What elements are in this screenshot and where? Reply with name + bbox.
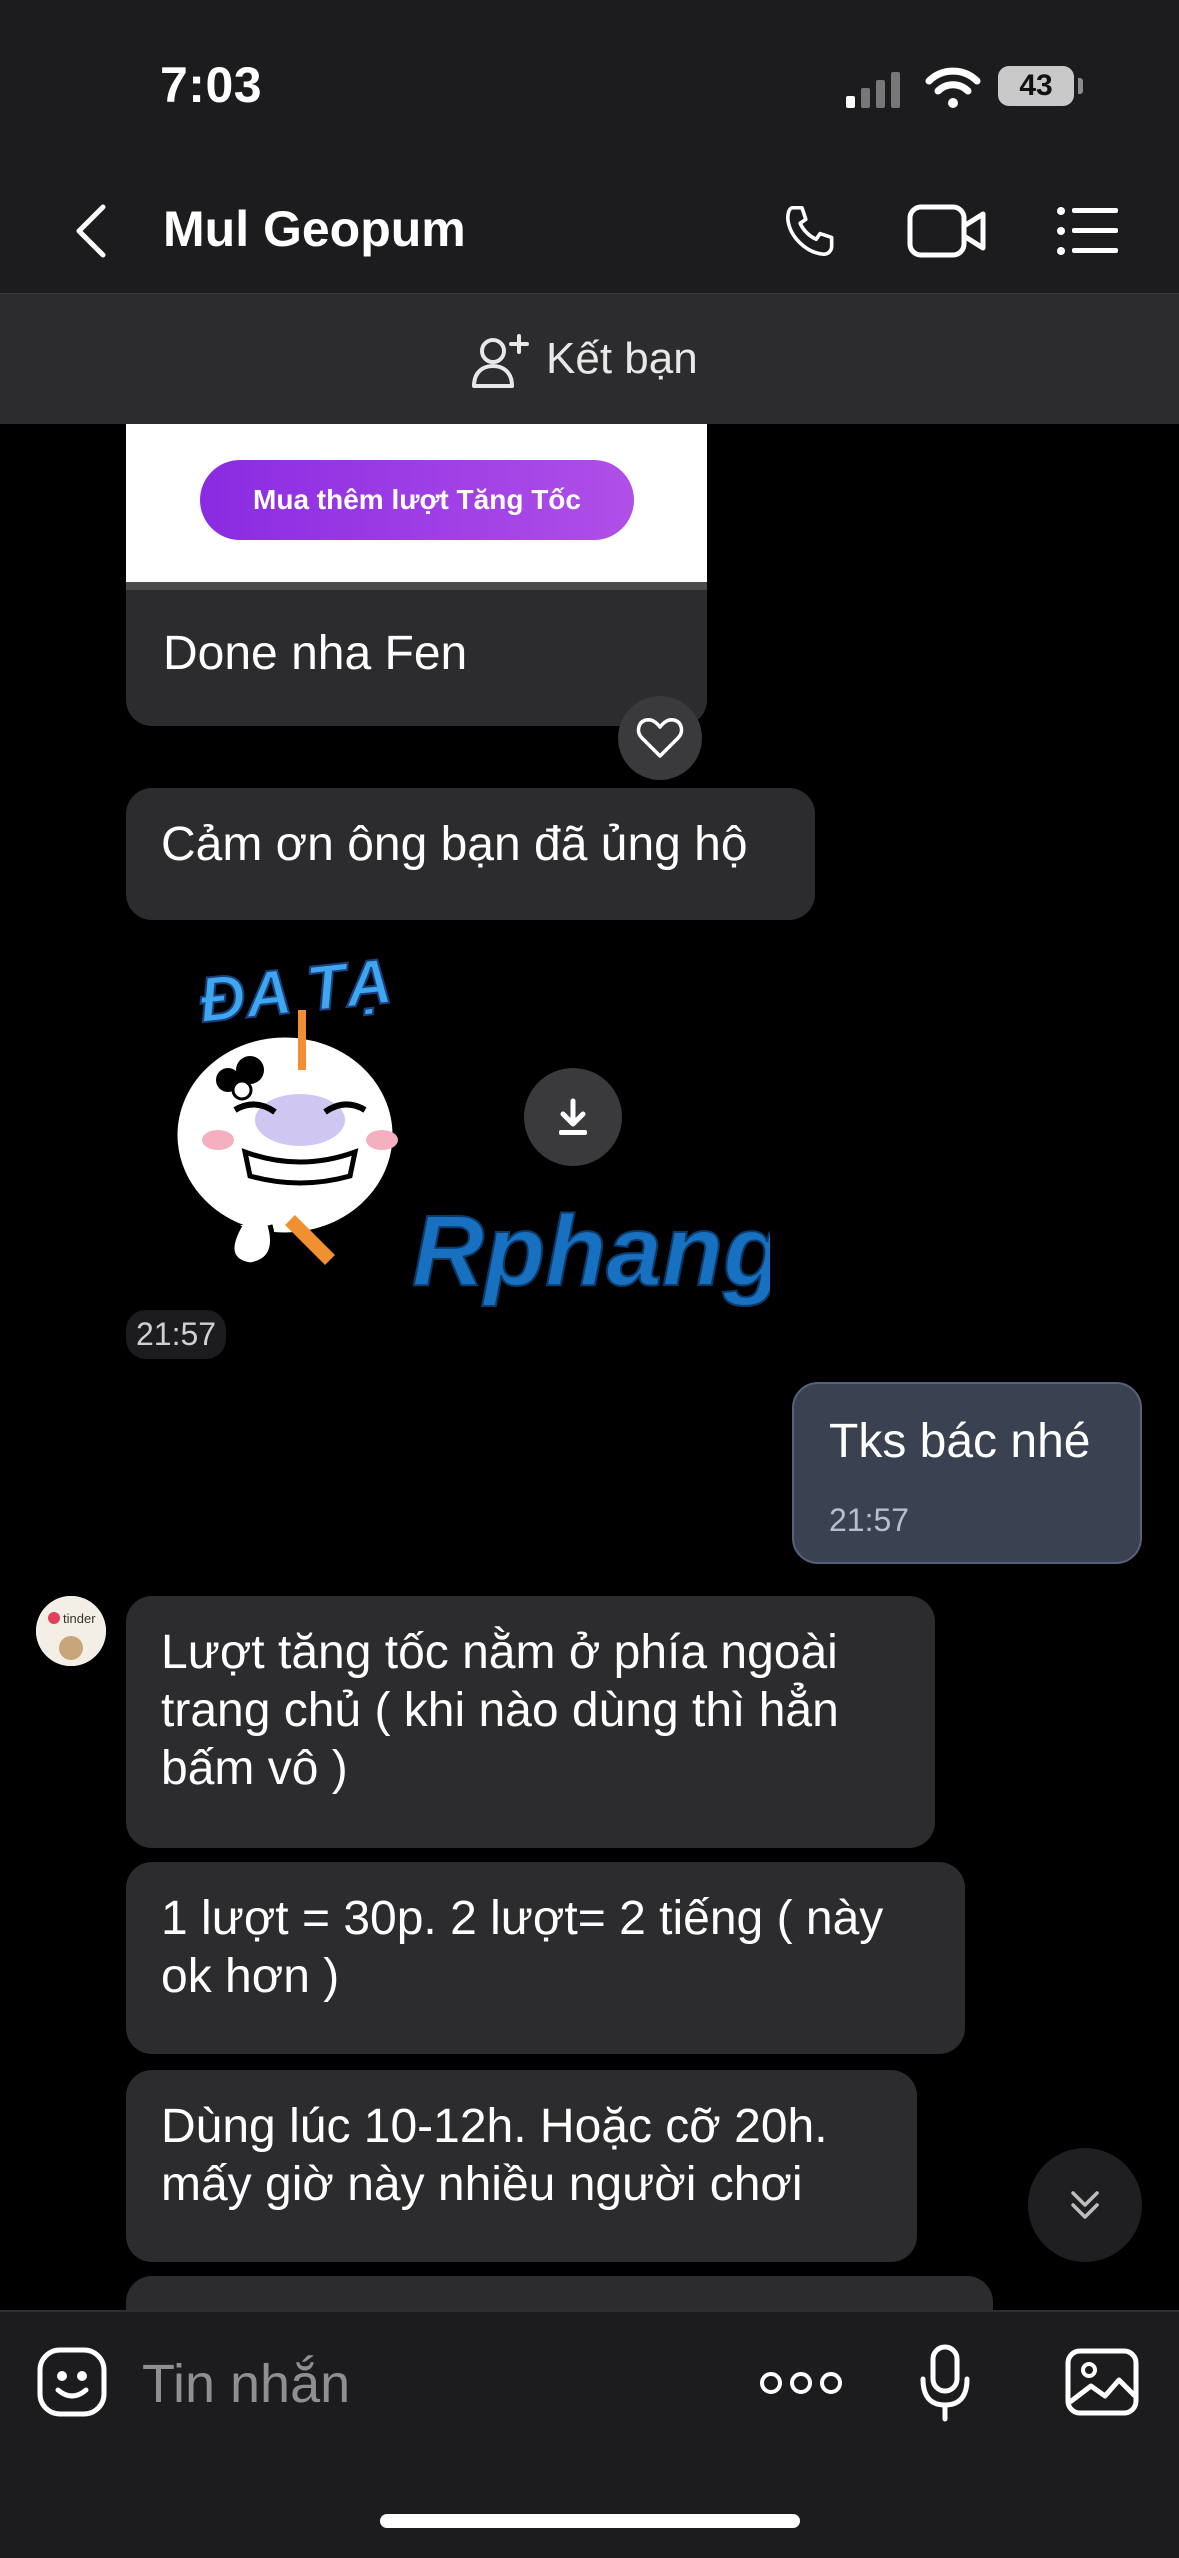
- scroll-to-bottom-button[interactable]: [1028, 2148, 1142, 2262]
- wifi-icon: [924, 64, 982, 110]
- ellipsis-icon: [760, 2372, 842, 2394]
- phone-icon: [785, 205, 834, 257]
- avatar-label: tinder: [63, 1611, 96, 1626]
- avatar[interactable]: tinder: [36, 1596, 106, 1666]
- message-text: 1 lượt = 30p. 2 lượt= 2 tiếng ( này ok h…: [161, 1892, 884, 2003]
- photo-button[interactable]: [1064, 2346, 1140, 2418]
- chevron-left-icon: [76, 204, 106, 258]
- voice-button[interactable]: [914, 2340, 976, 2426]
- battery-tip: [1078, 78, 1083, 94]
- incoming-message[interactable]: Cảm ơn ông bạn đã ủng hộ: [126, 788, 815, 920]
- more-button[interactable]: [758, 2360, 844, 2406]
- download-icon: [559, 1098, 587, 1135]
- image-icon: [1065, 2348, 1139, 2416]
- react-button[interactable]: [618, 696, 702, 780]
- status-time: 7:03: [160, 57, 263, 113]
- promo-button: Mua thêm lượt Tăng Tốc: [200, 460, 634, 540]
- download-button[interactable]: [524, 1068, 622, 1166]
- message-timestamp: 21:57: [126, 1310, 227, 1359]
- avatar-image: tinder: [36, 1596, 106, 1666]
- heart-icon: [636, 718, 684, 758]
- contact-name[interactable]: Mul Geopum: [163, 200, 466, 258]
- message-text: Lượt tăng tốc nằm ở phía ngoài trang chủ…: [161, 1626, 839, 1795]
- incoming-message[interactable]: Dùng lúc 10-12h. Hoặc cỡ 20h. mấy giờ nà…: [126, 2070, 917, 2262]
- message-text: Done nha Fen: [163, 627, 468, 680]
- microphone-icon: [920, 2344, 970, 2422]
- message-text: Tks bác nhé: [829, 1415, 1091, 1468]
- video-camera-icon: [907, 204, 986, 258]
- message-text: Cảm ơn ông bạn đã ủng hộ: [161, 818, 748, 871]
- add-friend-label: Kết bạn: [546, 334, 698, 383]
- incoming-message[interactable]: Lượt tăng tốc nằm ở phía ngoài trang chủ…: [126, 1596, 935, 1848]
- sticker-message[interactable]: ĐA TẠ Rphang: [150, 940, 785, 1320]
- back-button[interactable]: [60, 196, 120, 266]
- shared-image: Mua thêm lượt Tăng Tốc: [126, 424, 707, 590]
- incoming-message[interactable]: 1 lượt = 30p. 2 lượt= 2 tiếng ( này ok h…: [126, 1862, 965, 2054]
- message-input[interactable]: [140, 2348, 724, 2420]
- sticker-image: ĐA TẠ Rphang: [172, 944, 785, 1308]
- message-text: Dùng lúc 10-12h. Hoặc cỡ 20h. mấy giờ nà…: [161, 2100, 828, 2211]
- video-call-button[interactable]: [906, 196, 988, 266]
- double-chevron-down-icon: [1071, 2191, 1099, 2219]
- shared-image-message[interactable]: Mua thêm lượt Tăng Tốc Done nha Fen: [126, 424, 707, 726]
- sticker-title: ĐA TẠ: [196, 945, 396, 1037]
- signal-icon: [846, 70, 904, 108]
- sticker-button[interactable]: [34, 2344, 110, 2420]
- sticker-watermark: Rphang: [412, 1195, 770, 1307]
- call-button[interactable]: [776, 196, 846, 266]
- message-timestamp: 21:57: [829, 1502, 910, 1538]
- battery-indicator: 43: [998, 66, 1074, 106]
- emoji-icon: [37, 2347, 107, 2417]
- list-icon: [1057, 207, 1118, 255]
- menu-button[interactable]: [1054, 198, 1122, 264]
- add-friend-icon: [470, 330, 532, 392]
- home-indicator: [380, 2514, 800, 2528]
- outgoing-message[interactable]: Tks bác nhé 21:57: [792, 1382, 1142, 1564]
